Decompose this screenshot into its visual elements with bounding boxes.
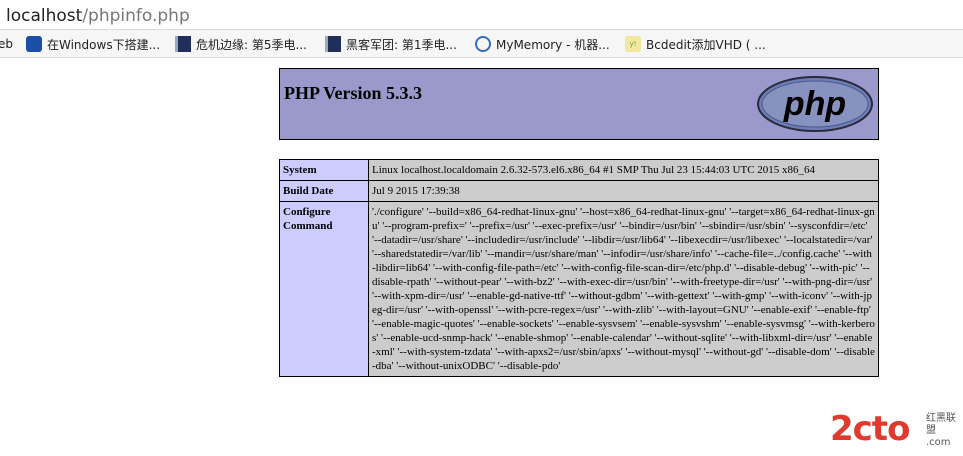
url-text[interactable]: localhost/phpinfo.php <box>6 6 190 26</box>
php-logo-text: php <box>783 85 846 123</box>
url-host: localhost <box>6 6 83 26</box>
bookmark-item[interactable]: 危机边缘: 第5季电... <box>175 35 307 53</box>
watermark-logo: 2cto <box>830 409 910 449</box>
bookmark-label: Bcdedit添加VHD ( ... <box>646 37 766 52</box>
table-row: Build Date Jul 9 2015 17:39:38 <box>279 180 879 202</box>
table-row: Configure Command './configure' '--build… <box>279 201 879 377</box>
watermark-sub: 红黑联盟 .com <box>926 413 963 449</box>
row-key: Build Date <box>279 180 369 202</box>
table-row: System Linux localhost.localdomain 2.6.3… <box>279 159 879 181</box>
film-icon <box>325 36 341 52</box>
paw-icon <box>26 36 42 52</box>
bookmark-label: 危机边缘: 第5季电... <box>196 37 307 52</box>
phpinfo-table: System Linux localhost.localdomain 2.6.3… <box>279 159 879 377</box>
watermark-sub-line1: 红黑联盟 <box>926 413 956 436</box>
row-key: Configure Command <box>279 201 369 377</box>
watermark: 2cto 红黑联盟 .com <box>830 405 963 456</box>
bookmark-item[interactable]: MyMemory - 机器... <box>475 35 610 53</box>
bookmarks-bar: eb 在Windows下搭建... 危机边缘: 第5季电... 黑客军团: 第1… <box>0 30 963 58</box>
row-value: Linux localhost.localdomain 2.6.32-573.e… <box>368 159 879 181</box>
php-logo-icon: php <box>757 76 873 132</box>
film-icon <box>175 36 191 52</box>
bookmark-label: 黑客军团: 第1季电... <box>346 37 457 52</box>
page-content: PHP Version 5.3.3 php System Linux local… <box>0 58 963 456</box>
bookmark-label: MyMemory - 机器... <box>496 37 610 52</box>
address-bar[interactable]: localhost/phpinfo.php <box>0 0 963 30</box>
url-path: /phpinfo.php <box>82 6 190 26</box>
bookmark-item[interactable]: 黑客军团: 第1季电... <box>325 35 457 53</box>
bookmark-label: eb <box>0 37 13 51</box>
bookmark-item[interactable]: 在Windows下搭建... <box>26 35 160 53</box>
php-version-title: PHP Version 5.3.3 <box>284 83 423 103</box>
yahoo-icon: y! <box>625 36 641 52</box>
row-value: './configure' '--build=x86_64-redhat-lin… <box>368 201 879 377</box>
bookmark-label: 在Windows下搭建... <box>47 37 161 52</box>
bookmark-item[interactable]: y! Bcdedit添加VHD ( ... <box>625 35 766 53</box>
watermark-sub-line2: .com <box>926 437 951 448</box>
bookmark-item[interactable]: eb <box>0 35 13 53</box>
row-key: System <box>279 159 369 181</box>
globe-icon <box>475 36 491 52</box>
row-value: Jul 9 2015 17:39:38 <box>368 180 879 202</box>
php-header: PHP Version 5.3.3 php <box>279 68 879 140</box>
